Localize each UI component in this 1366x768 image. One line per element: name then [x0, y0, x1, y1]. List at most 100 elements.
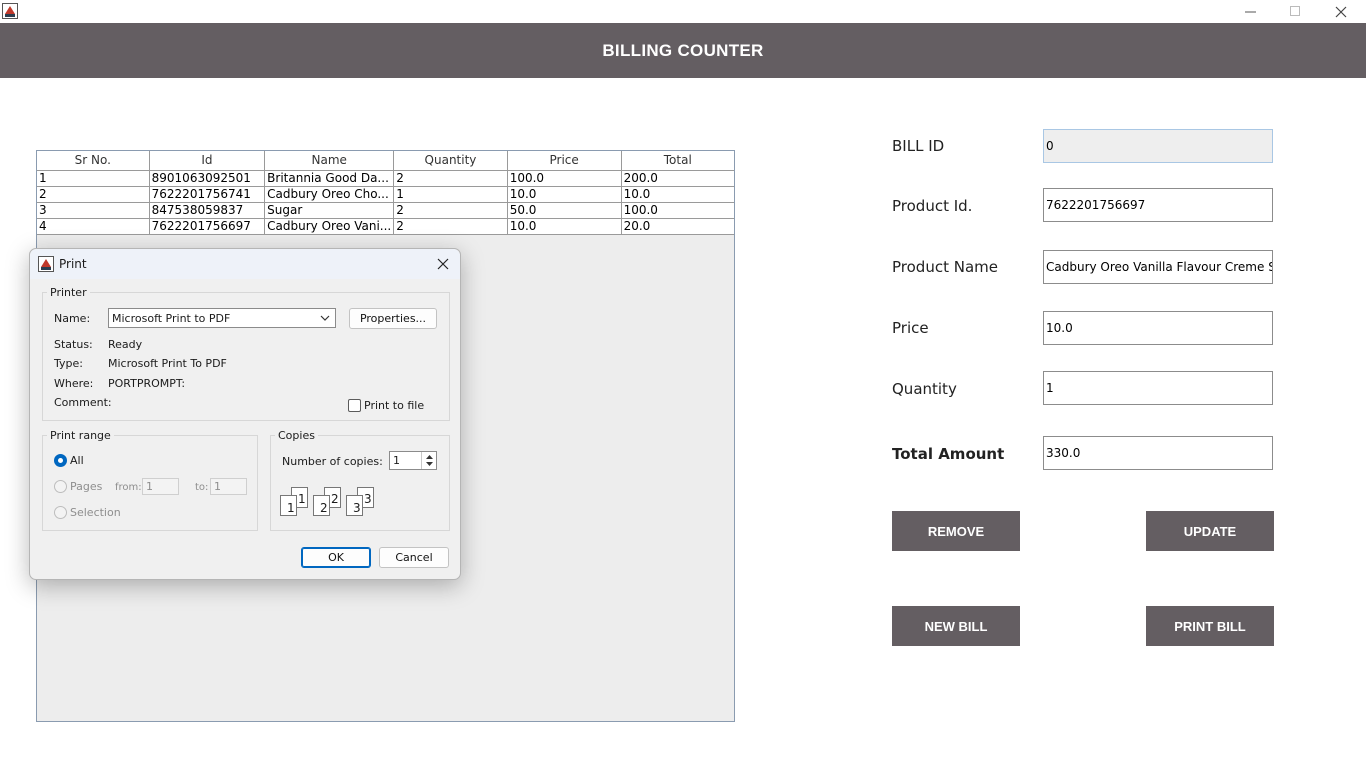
column-header[interactable]: Name — [264, 151, 395, 171]
java-coffee-icon — [2, 3, 18, 19]
table-cell: 2 — [393, 217, 508, 235]
printer-name-value: Microsoft Print to PDF — [112, 311, 231, 325]
properties-button[interactable]: Properties... — [349, 308, 437, 329]
to-page-input[interactable]: 1 — [210, 478, 247, 495]
window-titlebar — [0, 0, 1366, 23]
print-dialog-titlebar: Print — [30, 249, 460, 279]
table-cell: 100.0 — [620, 201, 734, 219]
printer-app-icon — [38, 256, 54, 272]
close-icon — [1335, 6, 1347, 17]
column-header[interactable]: Price — [506, 151, 622, 171]
maximize-icon — [1289, 6, 1300, 16]
product-name-field[interactable]: Cadbury Oreo Vanilla Flavour Creme Sa — [1043, 250, 1273, 284]
column-header[interactable]: Total — [620, 151, 734, 171]
comment-label: Comment: — [54, 396, 112, 409]
table-cell: 100.0 — [506, 169, 622, 187]
stepper-arrows[interactable] — [421, 452, 436, 469]
copies-title: Copies — [275, 429, 318, 442]
collate-page-number: 1 — [298, 492, 306, 506]
table-cell: Cadbury Oreo Cho... — [264, 185, 395, 203]
bill-id-label: BILL ID — [892, 137, 945, 155]
to-label: to: — [195, 482, 209, 493]
copies-stepper[interactable]: 1 — [389, 451, 437, 470]
collate-page-number: 2 — [320, 501, 328, 515]
table-cell: 2 — [393, 169, 508, 187]
table-header-row: Sr No. Id Name Quantity Price Total — [37, 151, 734, 171]
table-cell: 200.0 — [620, 169, 734, 187]
ok-button[interactable]: OK — [301, 547, 371, 568]
range-all-radio[interactable] — [54, 454, 67, 467]
table-row[interactable]: 3 847538059837 Sugar 2 50.0 100.0 — [37, 201, 734, 219]
print-range-title: Print range — [47, 429, 114, 442]
table-cell: 1 — [37, 169, 150, 187]
table-cell: 1 — [393, 185, 508, 203]
table-cell: 8901063092501 — [148, 169, 266, 187]
collate-page-number: 3 — [364, 492, 372, 506]
range-selection-radio[interactable] — [54, 506, 67, 519]
table-cell: 50.0 — [506, 201, 622, 219]
table-cell: 7622201756741 — [148, 185, 266, 203]
status-value: Ready — [108, 338, 143, 351]
collate-page-number: 1 — [287, 501, 295, 515]
table-row[interactable]: 1 8901063092501 Britannia Good Da... 2 1… — [37, 169, 734, 187]
price-field[interactable]: 10.0 — [1043, 311, 1273, 345]
total-amount-label: Total Amount — [892, 445, 1005, 463]
chevron-down-icon — [320, 315, 330, 321]
cancel-button[interactable]: Cancel — [379, 547, 449, 568]
bill-id-field[interactable]: 0 — [1043, 129, 1273, 163]
price-label: Price — [892, 319, 929, 337]
print-dialog-title: Print — [59, 257, 87, 271]
minimize-button[interactable] — [1227, 0, 1273, 23]
quantity-field[interactable]: 1 — [1043, 371, 1273, 405]
printer-name-select[interactable]: Microsoft Print to PDF — [108, 308, 336, 328]
new-bill-button[interactable]: NEW BILL — [892, 606, 1020, 646]
table-cell: 10.0 — [506, 217, 622, 235]
table-cell: Cadbury Oreo Vani... — [264, 217, 395, 235]
column-header[interactable]: Sr No. — [37, 151, 150, 171]
type-label: Type: — [54, 357, 83, 370]
from-label: from: — [115, 482, 142, 493]
column-header[interactable]: Quantity — [393, 151, 508, 171]
print-bill-button[interactable]: PRINT BILL — [1146, 606, 1274, 646]
minimize-icon — [1244, 11, 1256, 13]
update-button[interactable]: UPDATE — [1146, 511, 1274, 551]
collate-icon: 1 1 2 2 3 3 — [280, 487, 380, 519]
copies-value: 1 — [393, 454, 400, 467]
close-icon[interactable] — [434, 255, 452, 273]
table-cell: 847538059837 — [148, 201, 266, 219]
table-cell: 4 — [37, 217, 150, 235]
column-header[interactable]: Id — [148, 151, 266, 171]
quantity-label: Quantity — [892, 380, 957, 398]
print-to-file-checkbox[interactable] — [348, 399, 361, 412]
close-window-button[interactable] — [1318, 0, 1364, 23]
range-pages-label: Pages — [70, 480, 103, 493]
copies-label: Number of copies: — [282, 455, 383, 468]
table-cell: Sugar — [264, 201, 395, 219]
product-name-label: Product Name — [892, 258, 998, 276]
range-pages-radio[interactable] — [54, 480, 67, 493]
remove-button[interactable]: REMOVE — [892, 511, 1020, 551]
table-row[interactable]: 4 7622201756697 Cadbury Oreo Vani... 2 1… — [37, 217, 734, 235]
table-cell: 20.0 — [620, 217, 734, 235]
maximize-button[interactable] — [1272, 0, 1318, 23]
range-all-label: All — [70, 454, 84, 467]
print-to-file-label: Print to file — [364, 399, 425, 412]
table-cell: 3 — [37, 201, 150, 219]
range-selection-label: Selection — [70, 506, 121, 519]
where-label: Where: — [54, 377, 94, 390]
bill-items-table: Sr No. Id Name Quantity Price Total 1 89… — [37, 151, 734, 235]
table-cell: Britannia Good Da... — [264, 169, 395, 187]
where-value: PORTPROMPT: — [108, 377, 186, 390]
from-page-input[interactable]: 1 — [142, 478, 179, 495]
total-amount-field[interactable]: 330.0 — [1043, 436, 1273, 470]
print-dialog: Print Printer Name: Microsoft Print to P… — [29, 248, 461, 580]
type-value: Microsoft Print To PDF — [108, 357, 227, 370]
collate-page-number: 3 — [353, 501, 361, 515]
page-header: BILLING COUNTER — [0, 23, 1366, 78]
product-id-field[interactable]: 7622201756697 — [1043, 188, 1273, 222]
table-cell: 2 — [393, 201, 508, 219]
table-cell: 10.0 — [620, 185, 734, 203]
collate-page-number: 2 — [331, 492, 339, 506]
printer-group-title: Printer — [47, 286, 90, 299]
table-row[interactable]: 2 7622201756741 Cadbury Oreo Cho... 1 10… — [37, 185, 734, 203]
